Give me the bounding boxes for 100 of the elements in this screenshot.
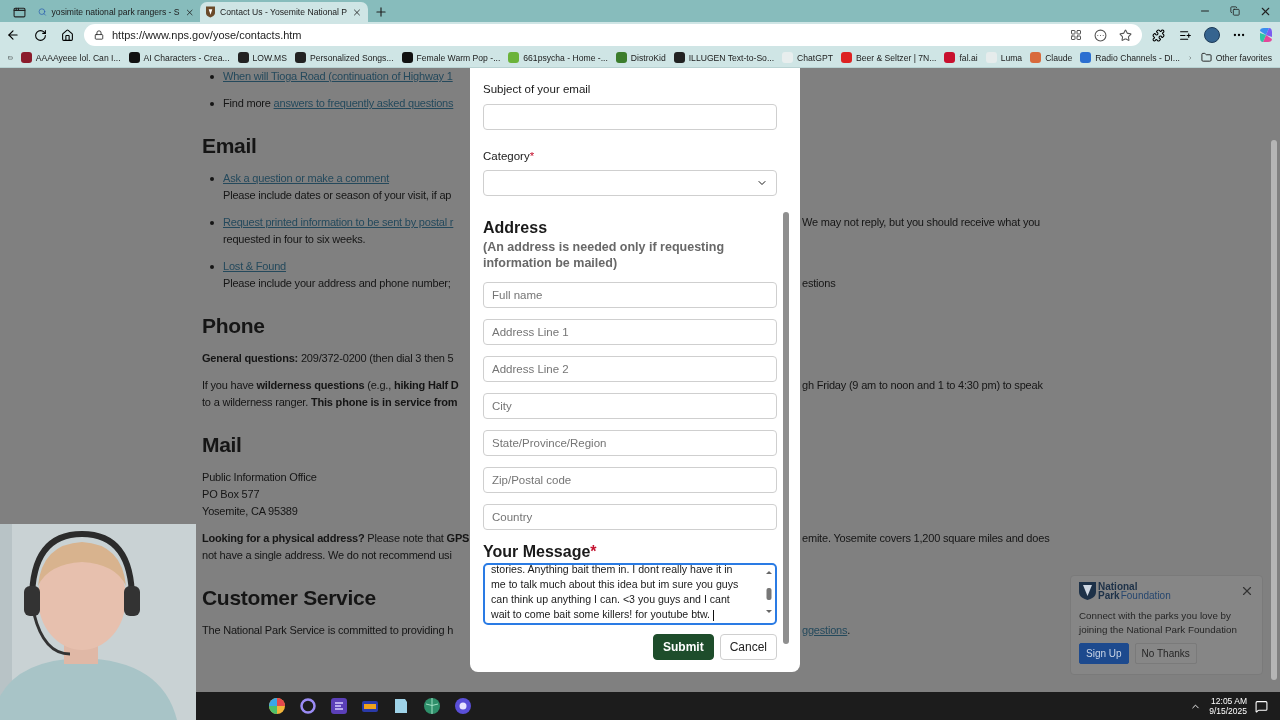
bookmark[interactable]: AI Characters - Crea... <box>128 52 230 63</box>
bookmark[interactable]: Luma <box>985 52 1023 63</box>
bookmark[interactable]: Personalized Songs... <box>294 52 394 63</box>
text-field[interactable]: Country <box>483 504 777 530</box>
pinwheel-icon[interactable] <box>268 697 286 715</box>
message-field[interactable]: stories. Anything bait them in. I dont really have it in me to talk much about this idea but im sure you guys can think up anything I can. <3 you guys and I cant wait to come bait some killers! for youtube btw. <box>483 563 777 625</box>
required-mark: * <box>590 542 597 562</box>
notifications-icon[interactable] <box>1255 699 1268 713</box>
close-icon[interactable] <box>1240 584 1254 598</box>
field-label: Your Message <box>483 542 591 562</box>
body-text: Please include dates or season of your visit, if ap <box>223 189 452 201</box>
bookmark[interactable]: DistroKid <box>615 52 666 63</box>
body-text: not have a single address. We do not recommend usi <box>202 549 452 561</box>
body-text: General questions: 209/372-0200 (then dial 3 then 5 <box>202 352 454 364</box>
close-tab-icon[interactable] <box>352 6 362 18</box>
bookmark[interactable]: Radio Channels - DI... <box>1080 52 1180 63</box>
cancel-button[interactable]: Cancel <box>719 634 777 660</box>
site-icon <box>401 52 413 63</box>
section-heading: Customer Service <box>202 585 376 611</box>
browser-tab[interactable]: Contact Us - Yosemite National P <box>200 2 368 22</box>
round-icon[interactable] <box>454 697 472 715</box>
home-icon[interactable] <box>61 28 74 42</box>
text-field[interactable]: Full name <box>483 282 777 308</box>
bullet-icon <box>210 221 214 225</box>
site-icon <box>128 52 140 63</box>
site-icon <box>237 52 249 63</box>
bookmark[interactable]: LOW.MS <box>237 52 287 63</box>
site-icon <box>20 52 32 63</box>
body-text: We may not reply, but you should receive what you <box>802 216 1041 228</box>
site-icon <box>840 52 852 63</box>
note-icon[interactable] <box>392 697 410 715</box>
tile-icon[interactable] <box>330 697 348 715</box>
bullet-icon <box>210 75 214 79</box>
site-icon <box>944 52 956 63</box>
bullet-icon <box>210 102 214 106</box>
body-text: Find more answers to frequently asked questions <box>223 97 454 109</box>
back-icon[interactable] <box>6 28 20 42</box>
site-icon <box>615 52 627 63</box>
shield-icon <box>206 6 215 18</box>
body-text: If you have wilderness questions (e.g., hiking Half D <box>202 379 459 391</box>
clock[interactable]: 12:05 AM 9/15/2025 <box>1209 696 1247 716</box>
field-label: Subject of your email <box>483 82 591 96</box>
body-text: Yosemite, CA 95389 <box>202 505 298 517</box>
bookmark[interactable]: Claude <box>1030 52 1073 63</box>
lock-icon <box>94 30 104 40</box>
body-text: The National Park Service is committed to providing h <box>202 624 454 636</box>
body-text: ggestions. <box>802 624 851 636</box>
site-icon <box>673 52 685 63</box>
dismiss-button[interactable]: No Thanks <box>1134 643 1197 664</box>
scroll-thumb[interactable] <box>1271 140 1277 680</box>
text-field[interactable]: City <box>483 393 777 419</box>
field-label: Category <box>483 149 530 163</box>
star-icon[interactable] <box>1119 28 1132 42</box>
new-tab-icon[interactable] <box>374 5 388 19</box>
body-text: PO Box 577 <box>202 488 260 500</box>
avatar-icon[interactable] <box>1204 27 1220 43</box>
globe-icon[interactable] <box>423 697 441 715</box>
tab-actions-icon[interactable] <box>12 5 26 19</box>
site-icon <box>1030 52 1042 63</box>
text-field[interactable]: Zip/Postal code <box>483 467 777 493</box>
shield-icon <box>1079 582 1096 600</box>
body-text: requested in four to six weeks. <box>223 233 366 245</box>
favorites-icon[interactable] <box>1179 28 1192 42</box>
text-field[interactable]: State/Province/Region <box>483 430 777 456</box>
reload-icon[interactable] <box>34 28 47 42</box>
search-icon <box>38 7 47 17</box>
body-text: estions <box>802 277 836 289</box>
restore-icon[interactable] <box>1230 6 1240 16</box>
close-tab-icon[interactable] <box>184 6 194 18</box>
grid-icon[interactable] <box>1070 29 1082 41</box>
ring-icon[interactable] <box>299 697 317 715</box>
bookmark-folder[interactable]: Other favorites <box>1200 52 1272 63</box>
body-text: Please include your address and phone number; <box>223 277 451 289</box>
site-icon <box>782 52 794 63</box>
browser-tab[interactable]: yosimite national park rangers - S <box>32 2 200 22</box>
bookmark[interactable]: ChatGPT <box>782 52 833 63</box>
logo-text: Park <box>1098 591 1120 600</box>
text-field[interactable]: Address Line 1 <box>483 319 777 345</box>
more-icon[interactable] <box>1094 28 1107 42</box>
logo-text: National <box>1098 582 1138 591</box>
bookmark[interactable]: ILLUGEN Text-to-So... <box>673 52 775 63</box>
submit-button[interactable]: Submit <box>652 634 714 660</box>
body-text: emite. Yosemite covers 1,200 square miles and does <box>802 532 1050 544</box>
promo-text: Connect with the parks you love by joining the National Park Foundation <box>1079 609 1238 637</box>
scroll-thumb[interactable] <box>783 212 789 644</box>
bookmark[interactable]: 661psycha - Home -... <box>508 52 608 63</box>
section-heading: Email <box>202 133 257 159</box>
bookmark[interactable]: Beer & Seltzer | 7N... <box>840 52 937 63</box>
extensions-icon[interactable] <box>1152 28 1165 42</box>
body-text: Public Information Office <box>202 471 317 483</box>
sign-up-button[interactable]: Sign Up <box>1079 643 1129 664</box>
body-text: gh Friday (9 am to noon and 1 to 4:30 pm) to speak <box>802 379 1043 391</box>
text-field[interactable]: Address Line 2 <box>483 356 777 382</box>
required-mark: * <box>529 149 535 163</box>
bookmark[interactable]: AAAAyeee lol. Can I... <box>20 52 121 63</box>
swirl-icon[interactable] <box>1258 27 1274 43</box>
bookmark[interactable]: Female Warm Pop -... <box>401 52 501 63</box>
subject-field[interactable] <box>483 104 777 130</box>
bookmark[interactable]: fal.ai <box>944 52 978 63</box>
address-bar[interactable]: https://www.nps.gov/yose/contacts.htm <box>84 24 1142 46</box>
